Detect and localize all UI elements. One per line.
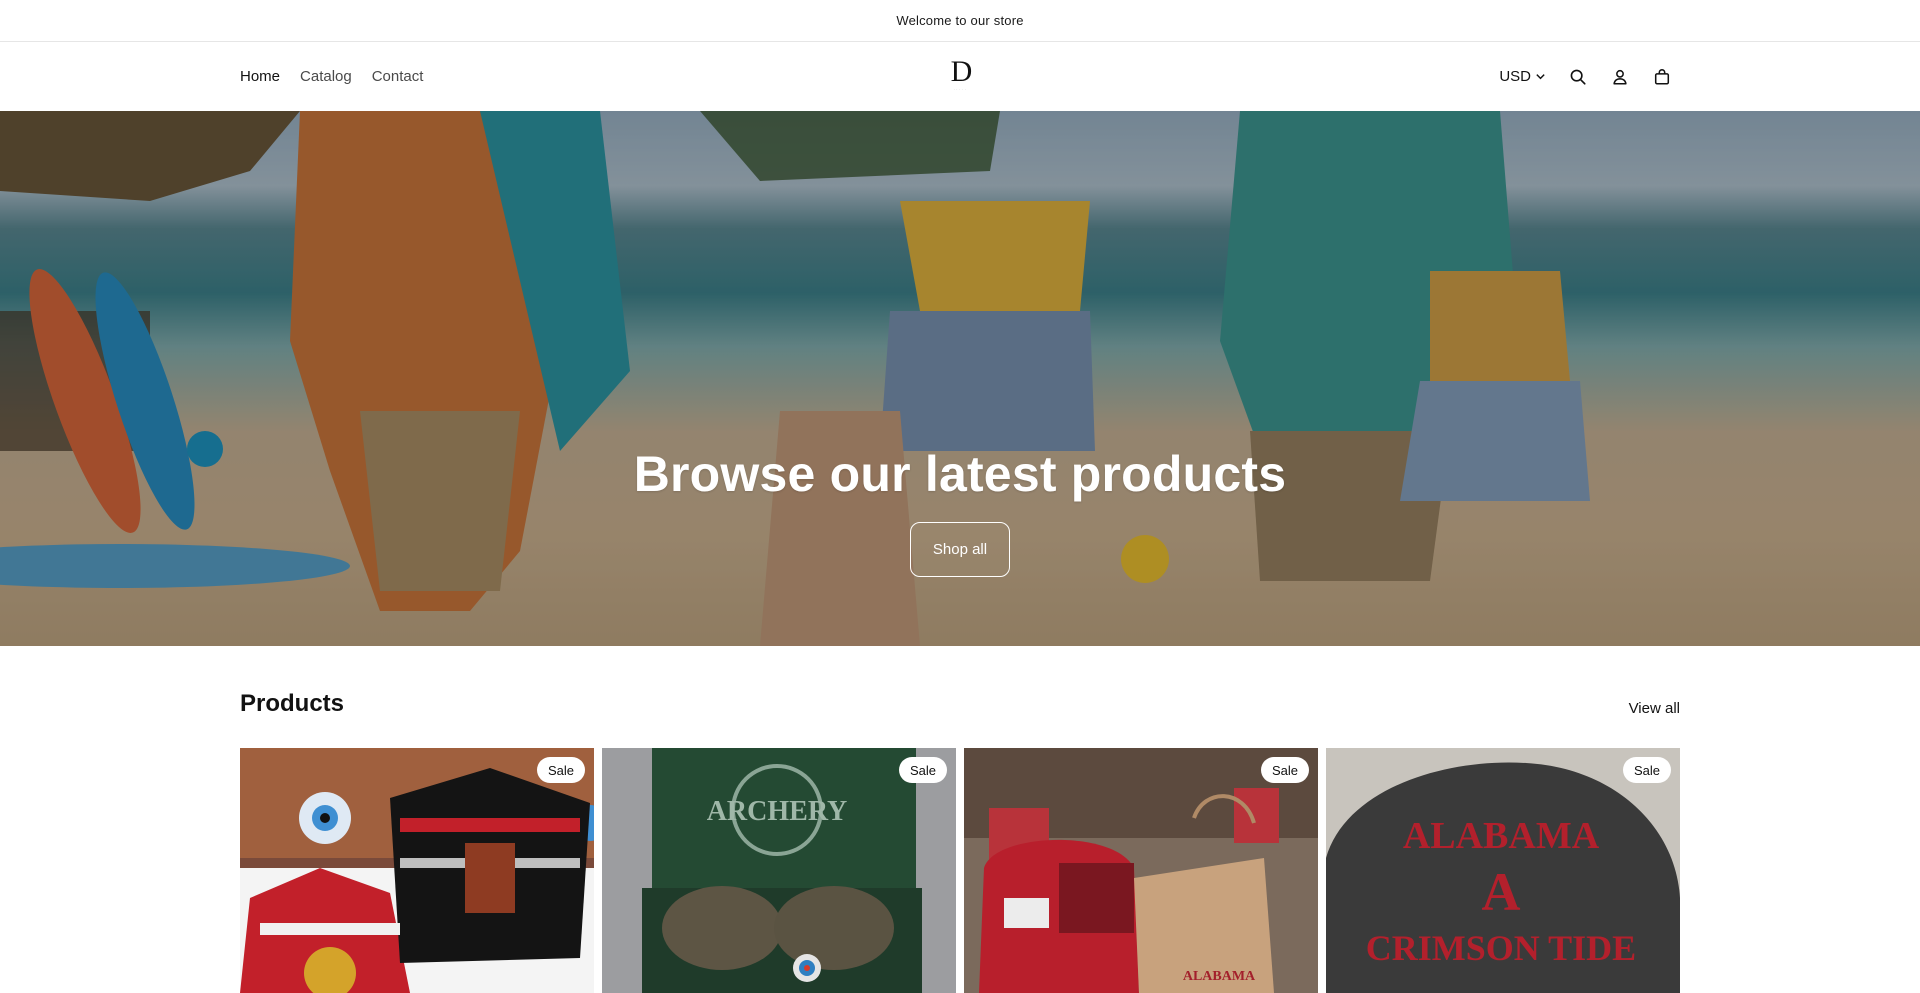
header-actions: USD [1499,42,1672,111]
holiday-sweater-image [240,748,594,993]
alabama-crimson-tide-cap-image: ALABAMA A CRIMSON TIDE [1326,748,1680,993]
announcement-text: Welcome to our store [896,13,1024,28]
logo-tagline-icon: · · · · · [953,87,967,91]
account-button[interactable] [1610,67,1630,87]
announcement-bar: Welcome to our store [0,0,1920,42]
product-card[interactable]: ALABAMA Sale [964,748,1318,993]
sale-badge: Sale [898,757,947,783]
hero-title: Browse our latest products [633,446,1287,502]
product-card[interactable]: ALABAMA A CRIMSON TIDE Sale [1326,748,1680,993]
nav-contact[interactable]: Contact [372,68,424,85]
product-grid: Sale ARCHERY Sale ALABAMA Sale ALABAMA A… [240,748,1680,993]
store-logo[interactable]: D · · · · · [944,57,976,93]
nav-catalog[interactable]: Catalog [300,68,352,85]
currency-label: USD [1499,68,1531,85]
sale-badge: Sale [1260,757,1309,783]
svg-text:ALABAMA: ALABAMA [1183,969,1256,984]
search-icon [1570,69,1586,85]
hero-content: Browse our latest products Shop all [0,111,1920,646]
search-button[interactable] [1568,67,1588,87]
products-header: Products View all [240,690,1680,720]
product-card[interactable]: Sale [240,748,594,993]
product-card[interactable]: ARCHERY Sale [602,748,956,993]
svg-text:ALABAMA: ALABAMA [1403,815,1600,857]
archery-clogs-image: ARCHERY [602,748,956,993]
site-header: Home Catalog Contact D · · · · · USD [0,42,1920,111]
view-all-link[interactable]: View all [1629,700,1680,717]
chevron-down-icon [1536,74,1545,80]
nav-home[interactable]: Home [240,68,280,85]
main-nav: Home Catalog Contact [240,42,423,111]
shop-all-button[interactable]: Shop all [910,522,1010,577]
svg-text:CRIMSON TIDE: CRIMSON TIDE [1366,928,1636,968]
sale-badge: Sale [1622,757,1671,783]
account-icon [1613,69,1627,85]
svg-text:ARCHERY: ARCHERY [707,796,848,827]
sale-badge: Sale [536,757,585,783]
hero-banner: Browse our latest products Shop all [0,111,1920,646]
cart-button[interactable] [1652,67,1672,87]
cart-icon [1654,68,1670,85]
products-title: Products [240,690,345,717]
logo-mark: D [950,55,973,88]
currency-selector[interactable]: USD [1499,68,1546,85]
svg-text:A: A [1482,862,1521,922]
alabama-gift-set-image: ALABAMA [964,748,1318,993]
